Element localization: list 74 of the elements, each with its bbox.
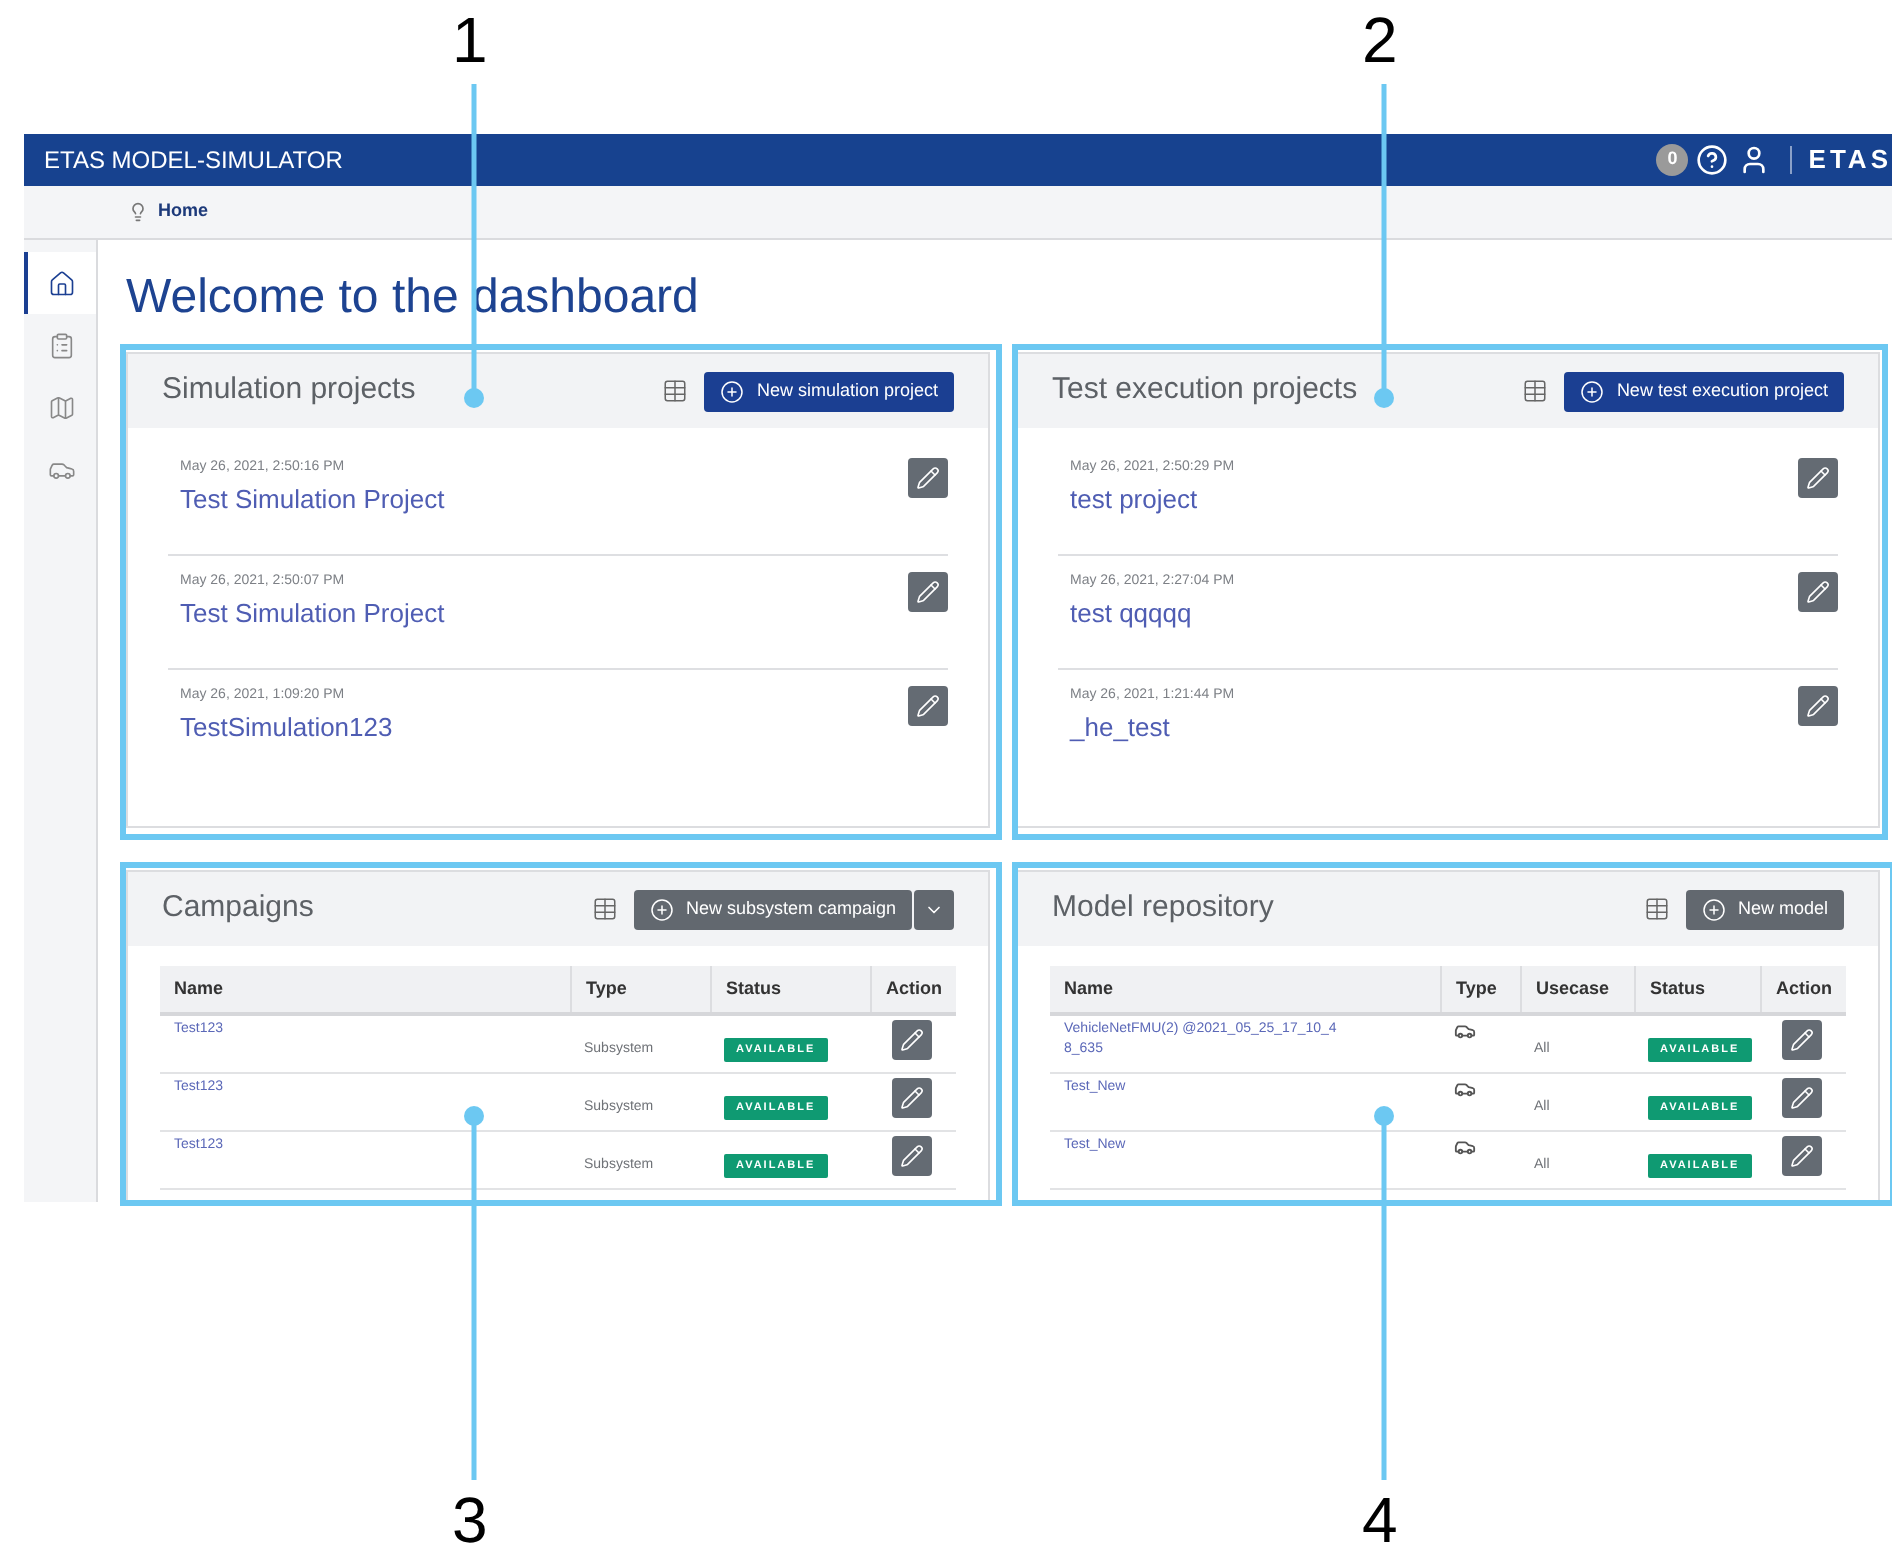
table-view-icon[interactable]	[1643, 896, 1670, 922]
project-link[interactable]: _he_test	[1070, 707, 1798, 746]
edit-button[interactable]	[1782, 1020, 1822, 1060]
panel-title: Model repository	[1052, 888, 1276, 929]
panel-title: Simulation projects	[162, 370, 418, 411]
callout-number: 2	[1362, 4, 1398, 76]
new-button[interactable]: New test execution project	[1564, 371, 1844, 411]
pencil-icon	[1790, 1028, 1814, 1052]
edit-button[interactable]	[1782, 1136, 1822, 1176]
nav-icon	[48, 393, 76, 421]
pencil-icon	[1790, 1144, 1814, 1168]
breadcrumb-link[interactable]: Home	[158, 198, 209, 226]
edit-button[interactable]	[1798, 686, 1838, 726]
edit-button[interactable]	[891, 1020, 931, 1060]
nav-icon	[48, 269, 76, 297]
callout-number: 4	[1362, 1484, 1398, 1556]
user-icon[interactable]	[1738, 144, 1771, 176]
dropdown-button[interactable]	[914, 889, 954, 929]
pencil-icon	[1806, 580, 1830, 604]
column-header: Status	[1650, 975, 1706, 1002]
column-header: Status	[726, 975, 782, 1002]
edit-button[interactable]	[891, 1078, 931, 1118]
brand-logo: ETAS	[1808, 142, 1892, 179]
car-icon	[1454, 1020, 1476, 1042]
pencil-icon	[916, 580, 940, 604]
plus-circle-icon	[649, 897, 674, 921]
help-icon[interactable]	[1696, 144, 1729, 176]
pencil-icon	[1806, 694, 1830, 718]
edit-button[interactable]	[1798, 572, 1838, 612]
table-view-icon[interactable]	[591, 896, 618, 922]
edit-button[interactable]	[1782, 1078, 1822, 1118]
project-link[interactable]: Test Simulation Project	[180, 593, 908, 632]
column-header: Name	[1064, 975, 1114, 1002]
nav-icon	[48, 331, 76, 359]
edit-button[interactable]	[908, 458, 948, 498]
plus-circle-icon	[720, 379, 745, 403]
edit-button[interactable]	[891, 1136, 931, 1176]
panel-title: Campaigns	[162, 888, 316, 929]
project-link[interactable]: TestSimulation123	[180, 707, 908, 746]
column-header: Usecase	[1536, 975, 1610, 1002]
app-title: ETAS MODEL-SIMULATOR	[44, 144, 345, 178]
page-title: Welcome to the dashboard	[126, 268, 701, 328]
column-header: Action	[886, 975, 942, 1002]
table-view-icon[interactable]	[1522, 378, 1549, 404]
column-header: Type	[1456, 975, 1497, 1002]
callout-number: 3	[452, 1484, 488, 1556]
new-button[interactable]: New subsystem campaign	[633, 889, 912, 929]
car-icon	[1454, 1136, 1476, 1158]
pencil-icon	[1806, 466, 1830, 490]
callout-number: 1	[452, 4, 488, 76]
edit-button[interactable]	[908, 686, 948, 726]
project-link[interactable]: Test Simulation Project	[180, 479, 908, 518]
pencil-icon	[899, 1144, 923, 1168]
plus-circle-icon	[1580, 379, 1605, 403]
column-header: Name	[174, 975, 224, 1002]
new-button[interactable]: New model	[1685, 889, 1844, 929]
panel-title: Test execution projects	[1052, 370, 1360, 411]
project-link[interactable]: test qqqqq	[1070, 593, 1798, 632]
pencil-icon	[899, 1028, 923, 1052]
edit-button[interactable]	[908, 572, 948, 612]
pencil-icon	[916, 694, 940, 718]
column-header: Type	[586, 975, 627, 1002]
pencil-icon	[916, 466, 940, 490]
sidebar-item[interactable]	[24, 252, 96, 314]
project-link[interactable]: test project	[1070, 479, 1798, 518]
pencil-icon	[899, 1086, 923, 1110]
pencil-icon	[1790, 1086, 1814, 1110]
table-view-icon[interactable]	[662, 378, 689, 404]
new-button[interactable]: New simulation project	[704, 371, 954, 411]
edit-button[interactable]	[1798, 458, 1838, 498]
column-header: Action	[1776, 975, 1832, 1002]
car-icon	[1454, 1078, 1476, 1100]
plus-circle-icon	[1701, 897, 1726, 921]
lightbulb-icon	[128, 202, 148, 222]
